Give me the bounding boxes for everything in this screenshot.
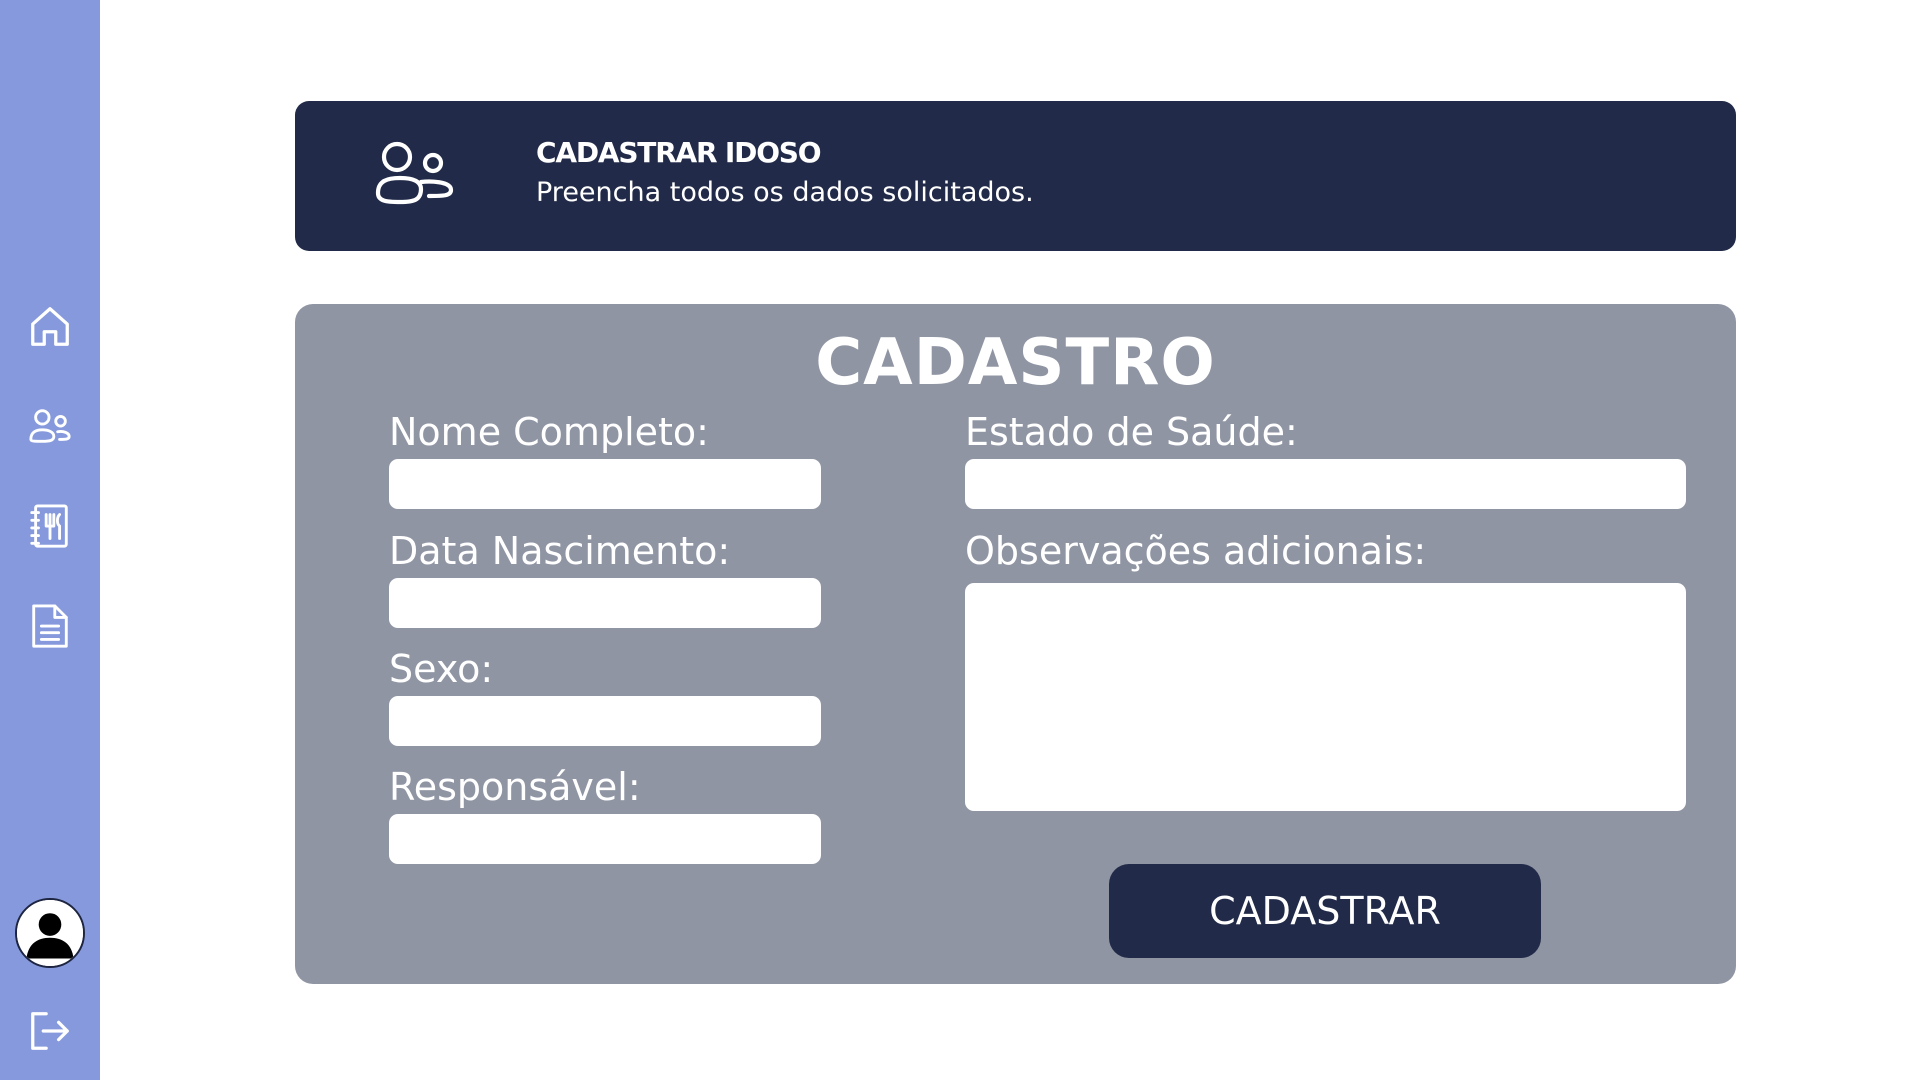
observacoes-label: Observações adicionais: [965, 529, 1427, 573]
nome-label: Nome Completo: [389, 410, 709, 454]
user-avatar-icon[interactable] [15, 898, 85, 968]
sidebar [0, 0, 100, 1080]
sexo-input[interactable] [389, 696, 821, 746]
form-title: CADASTRO [815, 326, 1216, 400]
sexo-label: Sexo: [389, 647, 494, 691]
data-nascimento-label: Data Nascimento: [389, 529, 731, 573]
page-header: CADASTRAR IDOSO Preencha todos os dados … [295, 101, 1736, 251]
observacoes-textarea[interactable] [965, 583, 1686, 811]
users-icon[interactable] [25, 401, 75, 451]
menu-book-icon[interactable] [25, 501, 75, 551]
document-icon[interactable] [25, 601, 75, 651]
data-nascimento-input[interactable] [389, 578, 821, 628]
responsavel-input[interactable] [389, 814, 821, 864]
responsavel-label: Responsável: [389, 765, 641, 809]
page-subtitle: Preencha todos os dados solicitados. [536, 177, 1034, 208]
logout-icon[interactable] [25, 1006, 75, 1056]
nome-input[interactable] [389, 459, 821, 509]
cadastrar-button[interactable]: CADASTRAR [1109, 864, 1541, 958]
home-icon[interactable] [25, 301, 75, 351]
estado-saude-label: Estado de Saúde: [965, 410, 1298, 454]
registration-form: CADASTRO Nome Completo: Data Nascimento:… [295, 304, 1736, 984]
users-icon [375, 141, 454, 205]
estado-saude-input[interactable] [965, 459, 1686, 509]
page-title: CADASTRAR IDOSO [536, 136, 822, 169]
